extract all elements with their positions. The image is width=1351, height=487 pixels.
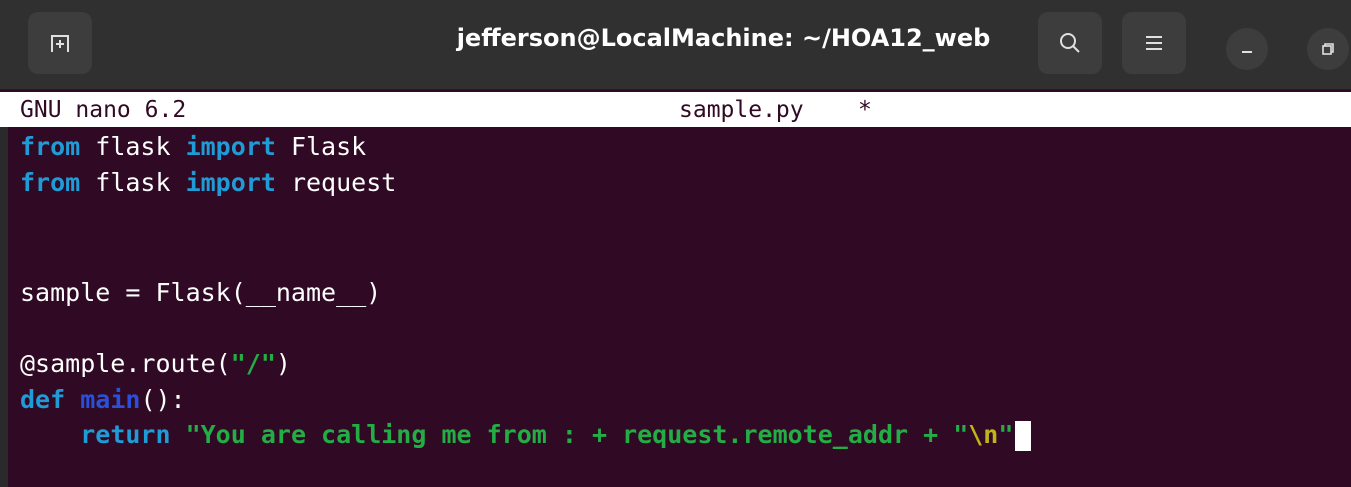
- string-literal-end: ": [998, 420, 1014, 449]
- maximize-button[interactable]: [1307, 28, 1349, 70]
- nano-modified-marker: *: [858, 97, 872, 123]
- terminal-window: jefferson@LocalMachine: ~/HOA12_web GNU …: [0, 0, 1351, 487]
- module-name: flask: [80, 132, 186, 161]
- new-tab-icon: [51, 35, 69, 52]
- search-icon: [1060, 33, 1080, 53]
- maximize-icon: [1322, 43, 1334, 55]
- hamburger-menu-icon: [1146, 36, 1162, 50]
- nano-version: GNU nano 6.2: [20, 97, 187, 123]
- string-literal: "You are calling me from : + request.rem…: [170, 420, 969, 449]
- escape-sequence: \n: [968, 420, 999, 449]
- editor-area[interactable]: from flask import Flask from flask impor…: [0, 127, 1351, 487]
- keyword: def: [20, 385, 66, 414]
- code-line-9[interactable]: return "You are calling me from : + requ…: [20, 417, 1032, 453]
- assignment-statement: sample = Flask(__name__): [20, 278, 382, 307]
- code-line-2[interactable]: from flask import request: [20, 165, 396, 201]
- function-signature: ():: [140, 385, 186, 414]
- decorator-close: ): [275, 349, 291, 378]
- keyword: from: [20, 168, 81, 197]
- nano-header-bar: GNU nano 6.2 sample.py *: [0, 92, 1351, 127]
- nano-filename: sample.py: [679, 97, 804, 123]
- code-line-7[interactable]: @sample.route("/"): [20, 346, 291, 382]
- new-tab-button[interactable]: [28, 12, 92, 74]
- import-name: request: [275, 168, 397, 197]
- decorator: @sample.route(: [20, 349, 231, 378]
- function-name: main: [80, 385, 141, 414]
- minimize-icon: [1242, 51, 1252, 53]
- code-line-1[interactable]: from flask import Flask: [20, 129, 366, 165]
- code-line-8[interactable]: def main():: [20, 382, 186, 418]
- module-name: flask: [80, 168, 186, 197]
- code-line-5[interactable]: sample = Flask(__name__): [20, 275, 381, 311]
- title-bar[interactable]: jefferson@LocalMachine: ~/HOA12_web: [0, 0, 1351, 90]
- search-button[interactable]: [1038, 12, 1102, 74]
- keyword: return: [80, 420, 171, 449]
- minimize-button[interactable]: [1226, 28, 1268, 70]
- text-cursor: [1015, 421, 1032, 451]
- keyword: from: [20, 132, 81, 161]
- keyword: import: [185, 168, 276, 197]
- menu-button[interactable]: [1122, 12, 1186, 74]
- import-name: Flask: [275, 132, 367, 161]
- route-string: "/": [230, 349, 276, 378]
- keyword: import: [185, 132, 276, 161]
